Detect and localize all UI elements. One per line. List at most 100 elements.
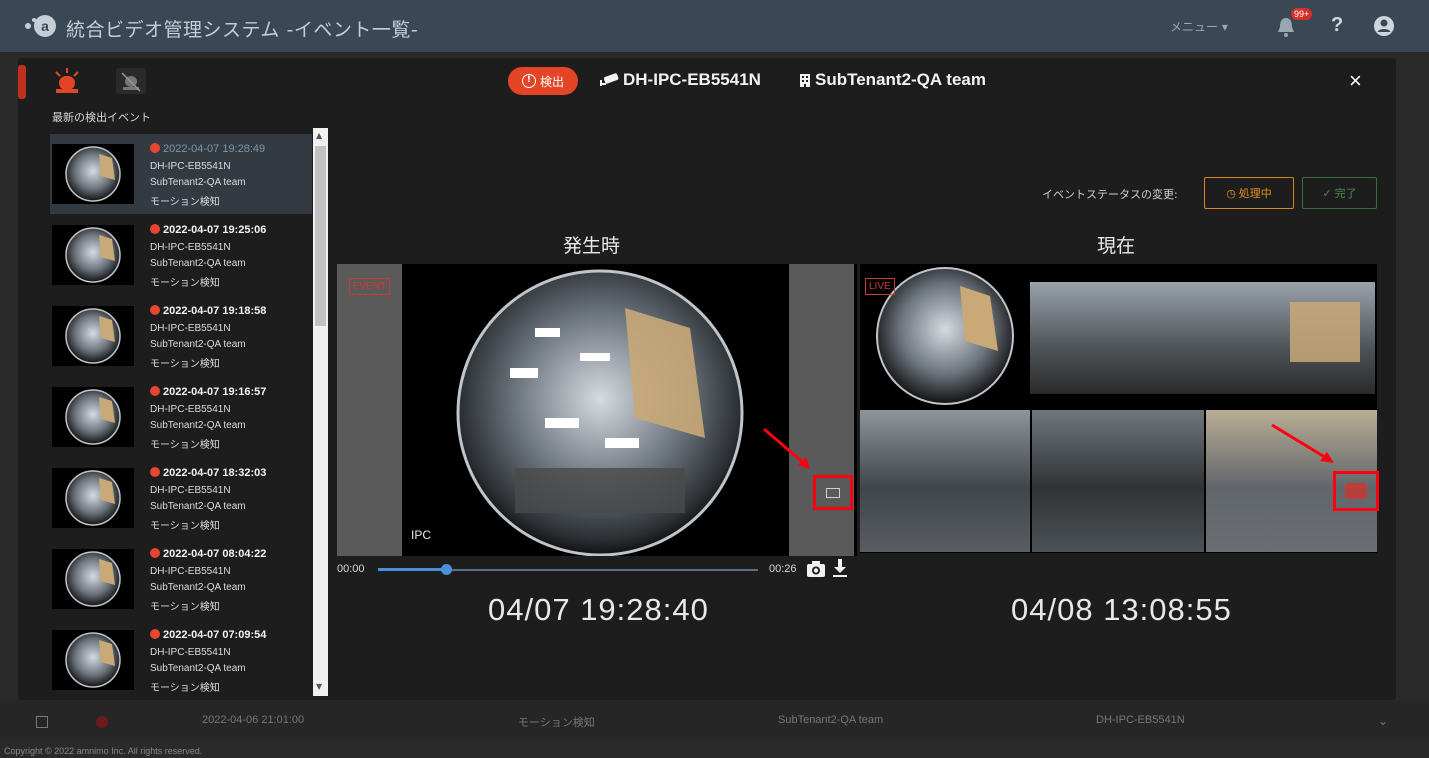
close-button[interactable]: × (1349, 68, 1362, 94)
playback-slider-fill (378, 568, 447, 571)
playback-end-time: 00:26 (769, 563, 797, 575)
event-thumbnail (52, 387, 134, 447)
event-camera: DH-IPC-EB5541N (150, 404, 231, 415)
top-bar: a 統合ビデオ管理システム -イベント一覧- メニュー ▾ 99+ ? (0, 0, 1429, 52)
event-tenant: SubTenant2-QA team (150, 663, 246, 674)
event-time: 2022-04-07 19:25:06 (150, 224, 266, 236)
event-camera: DH-IPC-EB5541N (150, 485, 231, 496)
snapshot-overlay-button[interactable] (813, 475, 853, 510)
event-list-item[interactable]: 2022-04-07 19:28:49 DH-IPC-EB5541N SubTena… (50, 134, 312, 214)
help-icon[interactable]: ? (1331, 14, 1343, 37)
video-side-panel (337, 264, 402, 556)
event-thumbnail (52, 630, 134, 690)
event-type: モーション検知 (150, 683, 220, 694)
live-video-player[interactable]: LIVE (860, 264, 1377, 553)
event-list-item[interactable]: 2022-04-07 08:04:22 DH-IPC-EB5541N SubTena… (50, 539, 312, 619)
camera-name: DH-IPC-EB5541N (623, 70, 761, 89)
event-list-item[interactable]: 2022-04-07 19:25:06 DH-IPC-EB5541N SubTena… (50, 215, 312, 295)
event-tenant: SubTenant2-QA team (150, 420, 246, 431)
event-time: 2022-04-07 07:09:54 (150, 629, 266, 641)
alert-icon: ! (521, 74, 536, 88)
scroll-thumb[interactable] (315, 146, 326, 326)
event-thumbnail (52, 144, 134, 204)
event-alert-icon (150, 629, 160, 639)
row-checkbox[interactable] (36, 716, 48, 728)
event-list-item[interactable]: 2022-04-07 19:18:58 DH-IPC-EB5541N SubTena… (50, 296, 312, 376)
background-table-row[interactable]: 2022-04-06 21:01:00 モーション検知 SubTenant2-Q… (0, 700, 1429, 740)
event-time: 2022-04-07 19:16:57 (150, 386, 266, 398)
alarm-off-icon (121, 72, 141, 92)
event-list-item[interactable]: 2022-04-07 07:09:54 DH-IPC-EB5541N SubTena… (50, 620, 312, 694)
menu-button[interactable]: メニュー ▾ (1170, 18, 1228, 35)
row-time: 2022-04-06 21:01:00 (202, 714, 305, 726)
event-tenant: SubTenant2-QA team (150, 339, 246, 350)
detect-label: 検出 (539, 74, 564, 89)
event-list-item[interactable]: 2022-04-07 19:16:57 DH-IPC-EB5541N SubTena… (50, 377, 312, 457)
fisheye-image (456, 269, 744, 556)
live-view-2 (1032, 410, 1204, 552)
event-thumbnail (52, 468, 134, 528)
event-camera: DH-IPC-EB5541N (150, 566, 231, 577)
event-type: モーション検知 (150, 440, 220, 451)
event-tag: EVENT (349, 278, 391, 295)
event-alert-icon (150, 386, 160, 396)
event-type: モーション検知 (150, 197, 220, 208)
event-tenant: SubTenant2-QA team (150, 258, 246, 269)
annotation-arrow-icon (1271, 423, 1334, 463)
done-button[interactable]: ✓ 完了 (1302, 177, 1377, 209)
live-tag: LIVE (865, 278, 895, 295)
row-status-icon (96, 716, 108, 728)
live-panorama-image (1030, 282, 1375, 394)
event-time: 2022-04-07 18:32:03 (150, 467, 266, 479)
event-camera: DH-IPC-EB5541N (150, 161, 231, 172)
ipc-label: IPC (411, 528, 432, 542)
event-video-player[interactable]: EVENT IPC (337, 264, 857, 556)
tab-alarm-off[interactable] (116, 68, 146, 94)
row-camera: DH-IPC-EB5541N (1096, 714, 1185, 726)
event-type: モーション検知 (150, 602, 220, 613)
status-change-label: イベントステータスの変更: (1042, 188, 1178, 201)
event-thumbnail (52, 225, 134, 285)
live-view-1 (860, 410, 1030, 552)
check-circle-icon: ✓ (1322, 186, 1332, 200)
scroll-up-icon[interactable]: ▲ (316, 131, 322, 140)
event-alert-icon (150, 224, 160, 234)
event-list-scrollbar[interactable]: ▲ ▼ (313, 128, 328, 696)
annotation-arrow-icon (763, 427, 810, 469)
download-icon[interactable] (832, 558, 848, 578)
notification-bell-icon[interactable] (1276, 16, 1296, 38)
done-label: 完了 (1334, 187, 1357, 200)
event-tenant: SubTenant2-QA team (150, 582, 246, 593)
event-list: 2022-04-07 19:28:49 DH-IPC-EB5541N SubTena… (50, 134, 312, 694)
event-camera: DH-IPC-EB5541N (150, 323, 231, 334)
current-heading: 現在 (1097, 235, 1136, 257)
svg-text:a: a (41, 18, 49, 34)
live-snapshot-overlay-button[interactable] (1333, 471, 1379, 511)
processing-label: 処理中 (1238, 187, 1272, 200)
event-alert-icon (150, 305, 160, 315)
image-icon (826, 488, 840, 498)
event-type: モーション検知 (150, 359, 220, 370)
image-icon (1345, 483, 1367, 499)
app-title: 統合ビデオ管理システム -イベント一覧- (66, 19, 419, 41)
row-tenant: SubTenant2-QA team (778, 714, 884, 726)
notification-count-badge: 99+ (1291, 8, 1313, 20)
event-time: 2022-04-07 08:04:22 (150, 548, 266, 560)
event-type: モーション検知 (150, 278, 220, 289)
tenant-name: SubTenant2-QA team (815, 70, 986, 89)
video-side-panel (789, 264, 854, 556)
snapshot-camera-icon[interactable] (806, 560, 826, 578)
row-expand-chevron-icon[interactable]: ⌄ (1378, 714, 1388, 728)
event-type: モーション検知 (150, 521, 220, 532)
processing-button[interactable]: ◷ 処理中 (1204, 177, 1294, 209)
app-logo-icon: a (25, 15, 56, 37)
tab-detected-alarm-icon[interactable] (52, 66, 82, 96)
event-time: 2022-04-07 19:28:49 (150, 143, 265, 155)
event-alert-icon (150, 143, 160, 153)
scroll-down-icon[interactable]: ▼ (316, 682, 322, 691)
account-icon[interactable] (1373, 15, 1395, 37)
active-indicator (18, 65, 26, 99)
event-camera: DH-IPC-EB5541N (150, 647, 231, 658)
event-list-item[interactable]: 2022-04-07 18:32:03 DH-IPC-EB5541N SubTena… (50, 458, 312, 538)
event-camera: DH-IPC-EB5541N (150, 242, 231, 253)
